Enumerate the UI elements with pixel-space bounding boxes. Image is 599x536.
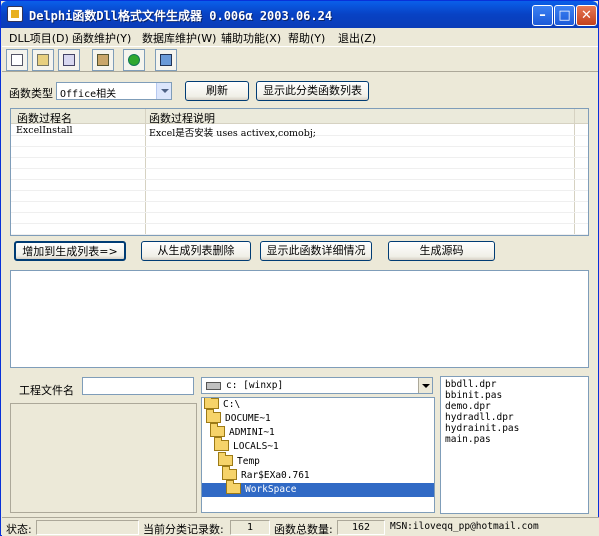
menu-help[interactable]: 帮助(Y) [288,30,325,46]
minimize-button[interactable]: – [532,5,553,26]
new-button[interactable] [6,49,28,71]
list-header: 函数过程名 函数过程说明 [11,109,588,126]
status-label: 状态: [6,523,32,536]
show-details-button[interactable]: 显示此函数详细情况 [260,241,372,261]
menu-aux-functions[interactable]: 辅助功能(X) [221,30,281,46]
drive-select[interactable]: c: [winxp] [201,377,433,394]
go-icon [128,54,140,66]
maximize-button[interactable]: □ [554,5,575,26]
edit-icon [63,54,75,66]
edit-button[interactable] [58,49,80,71]
category-selected-value: Office相关 [60,89,117,100]
menu-function-maintain[interactable]: 函数维护(Y) [72,30,131,46]
show-category-list-button[interactable]: 显示此分类函数列表 [256,81,369,101]
column-header-desc[interactable]: 函数过程说明 [149,110,215,126]
drive-icon [206,382,221,390]
file-item[interactable]: hydrainit.pas [445,423,519,434]
table-row [11,136,588,147]
paste-icon [97,54,109,66]
record-count-label: 当前分类记录数: [143,523,224,536]
file-item[interactable]: bbinit.pas [445,390,502,401]
close-button[interactable]: ✕ [576,5,597,26]
total-count-value: 162 [337,520,385,535]
drive-selected-value: c: [winxp] [226,380,284,391]
table-row [11,180,588,191]
row-function-name: ExcelInstall [16,125,73,136]
total-count-label: 函数总数量: [274,523,333,536]
file-item[interactable]: demo.dpr [445,401,491,412]
project-file-input[interactable] [82,377,194,395]
table-row [11,202,588,213]
status-bar: 状态: 当前分类记录数: 1 函数总数量: 162 MSN:iloveqq_pp… [2,517,599,536]
table-row[interactable]: ExcelInstall Excel是否安装 uses activex,como… [11,125,588,139]
directory-list[interactable]: C:\ DOCUME~1 ADMINI~1 LOCALS~1 Temp Rar$… [201,397,435,513]
new-icon [11,54,23,66]
record-count-value: 1 [230,520,270,535]
folder-icon [218,452,233,466]
paste-button[interactable] [92,49,114,71]
table-row [11,213,588,224]
chevron-down-icon[interactable] [156,83,171,99]
folder-icon [210,423,225,437]
status-value [36,520,139,535]
folder-icon [206,409,221,423]
project-file-label: 工程文件名 [19,384,74,397]
category-select[interactable]: Office相关 [56,82,172,100]
generate-list[interactable] [10,270,589,368]
menu-dll-project[interactable]: DLL项目(D) [9,30,69,46]
app-icon [7,6,23,22]
main-window: Delphi函数Dll格式文件生成器 0.006α 2003.06.24 – □… [0,0,599,536]
add-to-list-button[interactable]: 增加到生成列表=> [14,241,126,261]
exit-tool-button[interactable] [155,49,177,71]
refresh-button[interactable]: 刷新 [185,81,249,101]
column-header-name[interactable]: 函数过程名 [17,110,72,126]
file-item[interactable]: hydradll.dpr [445,412,514,423]
table-row [11,158,588,169]
menu-bar: DLL项目(D) 函数维护(Y) 数据库维护(W) 辅助功能(X) 帮助(Y) … [2,28,598,46]
file-item[interactable]: bbdll.dpr [445,379,496,390]
directory-item-selected[interactable]: WorkSpace [202,480,434,497]
table-row [11,147,588,158]
folder-icon [222,466,237,480]
chevron-down-icon[interactable] [418,378,432,393]
folder-icon [214,437,229,451]
function-list[interactable]: 函数过程名 函数过程说明 ExcelInstall Excel是否安装 uses… [10,108,589,236]
toolbar [2,46,598,72]
title-bar[interactable]: Delphi函数Dll格式文件生成器 0.006α 2003.06.24 – □… [1,1,598,28]
msn-contact: MSN:iloveqq_pp@hotmail.com [390,521,539,532]
open-button[interactable] [32,49,54,71]
window-title: Delphi函数Dll格式文件生成器 0.006α 2003.06.24 [29,9,333,23]
file-item[interactable]: main.pas [445,434,491,445]
folder-open-icon [226,480,241,494]
menu-exit[interactable]: 退出(Z) [338,30,376,46]
directory-item[interactable]: Rar$EXa0.761 [222,466,310,483]
remove-from-list-button[interactable]: 从生成列表删除 [141,241,251,261]
go-button[interactable] [123,49,145,71]
folder-icon [204,398,219,409]
open-icon [37,54,49,66]
table-row [11,169,588,180]
generate-source-button[interactable]: 生成源码 [388,241,495,261]
menu-database-maintain[interactable]: 数据库维护(W) [142,30,216,46]
category-label: 函数类型 [9,87,53,100]
left-panel [10,403,197,513]
file-list[interactable]: bbdll.dpr bbinit.pas demo.dpr hydradll.d… [440,376,589,514]
exit-icon [160,54,172,66]
table-row [11,191,588,202]
table-row [11,224,588,235]
